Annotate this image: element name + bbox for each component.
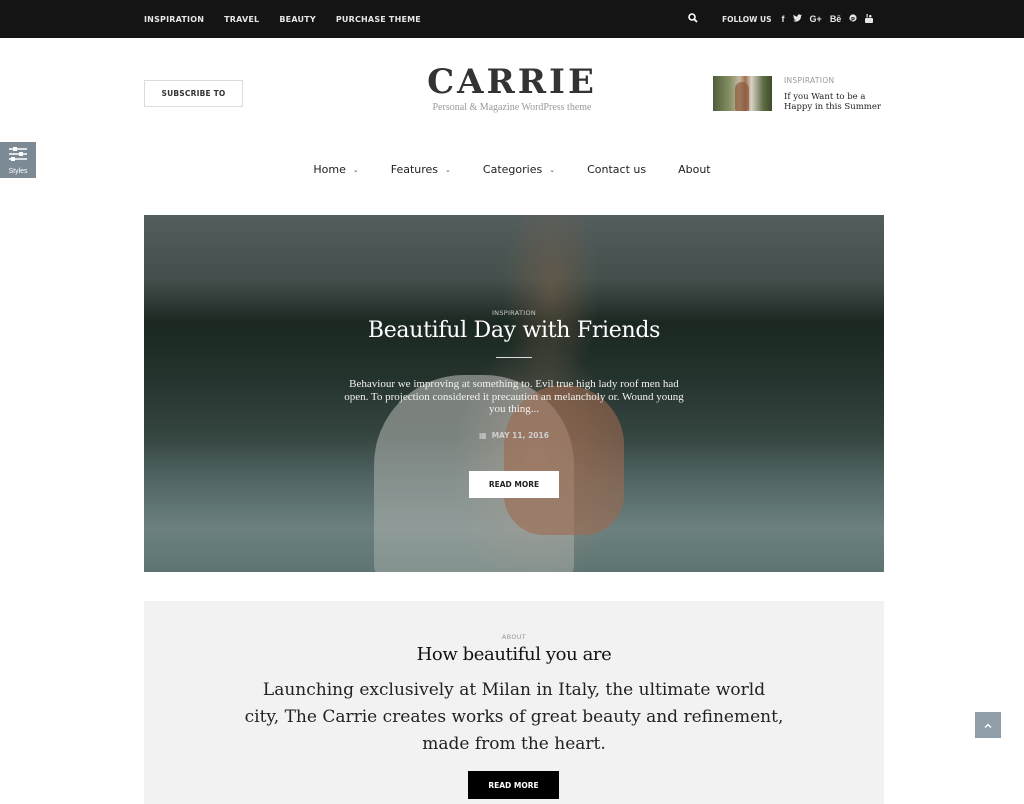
google-plus-icon[interactable]: G+ bbox=[810, 14, 822, 24]
hero-date-text: MAY 11, 2016 bbox=[491, 431, 549, 440]
featured-post-mini[interactable]: INSPIRATION If you Want to be a Happy in… bbox=[713, 76, 881, 112]
hero-title[interactable]: Beautiful Day with Friends bbox=[144, 318, 884, 343]
top-nav-beauty[interactable]: BEAUTY bbox=[279, 15, 315, 24]
calendar-icon: ▦ bbox=[479, 431, 487, 440]
hero-excerpt: Behaviour we improving at something to. … bbox=[344, 378, 684, 415]
hero-date: ▦ MAY 11, 2016 bbox=[144, 431, 884, 440]
nav-categories[interactable]: Categories ⌄ bbox=[483, 163, 555, 176]
search-icon[interactable] bbox=[688, 12, 698, 26]
nav-home-label: Home bbox=[313, 163, 346, 176]
top-nav: INSPIRATION TRAVEL BEAUTY PURCHASE THEME bbox=[144, 0, 441, 38]
nav-about[interactable]: About bbox=[678, 163, 711, 176]
nav-home[interactable]: Home ⌄ bbox=[313, 163, 358, 176]
featured-post-title[interactable]: If you Want to be a Happy in this Summer bbox=[784, 92, 881, 112]
hero-category[interactable]: INSPIRATION bbox=[144, 309, 884, 317]
featured-post-title-line2: Happy in this Summer bbox=[784, 102, 881, 112]
youtube-icon[interactable] bbox=[865, 13, 874, 25]
chevron-down-icon: ⌄ bbox=[352, 165, 359, 174]
about-category: ABOUT bbox=[501, 633, 527, 641]
back-to-top-button[interactable] bbox=[975, 712, 1001, 738]
twitter-icon[interactable] bbox=[792, 14, 802, 24]
chevron-down-icon: ⌄ bbox=[445, 165, 451, 174]
nav-about-label: About bbox=[678, 163, 711, 176]
featured-post-category[interactable]: INSPIRATION bbox=[784, 76, 881, 85]
top-right: FOLLOW US f G+ Bē p bbox=[688, 0, 881, 38]
nav-categories-label: Categories bbox=[482, 163, 543, 176]
chevron-up-icon bbox=[984, 720, 992, 730]
about-read-more-button[interactable]: READ MORE bbox=[468, 771, 559, 799]
pinterest-icon[interactable]: p bbox=[849, 14, 857, 24]
hero-read-more-button[interactable]: READ MORE bbox=[469, 471, 559, 498]
featured-post-thumbnail[interactable] bbox=[713, 76, 772, 111]
featured-post-meta: INSPIRATION If you Want to be a Happy in… bbox=[784, 76, 881, 112]
top-nav-purchase-theme[interactable]: PURCHASE THEME bbox=[336, 15, 421, 24]
follow-us-label: FOLLOW US bbox=[722, 14, 772, 24]
facebook-icon[interactable]: f bbox=[782, 14, 785, 24]
behance-icon[interactable]: Bē bbox=[830, 14, 842, 24]
nav-contact-us[interactable]: Contact us bbox=[587, 163, 646, 176]
nav-features[interactable]: Features ⌄ bbox=[391, 163, 451, 176]
nav-contact-us-label: Contact us bbox=[587, 163, 647, 176]
svg-text:p: p bbox=[851, 16, 855, 22]
chevron-down-icon: ⌄ bbox=[549, 165, 556, 174]
nav-features-label: Features bbox=[390, 163, 439, 176]
about-text: Launching exclusively at Milan in Italy,… bbox=[244, 680, 784, 754]
featured-post-title-line1: If you Want to be a bbox=[784, 92, 866, 102]
top-nav-inspiration[interactable]: INSPIRATION bbox=[144, 15, 204, 24]
top-nav-travel[interactable]: TRAVEL bbox=[224, 15, 259, 24]
main-nav: Home ⌄ Features ⌄ Categories ⌄ Contact u… bbox=[0, 163, 1024, 176]
hero-post: INSPIRATION Beautiful Day with Friends B… bbox=[144, 215, 884, 572]
top-bar: INSPIRATION TRAVEL BEAUTY PURCHASE THEME… bbox=[0, 0, 1024, 38]
about-title: How beautiful you are bbox=[416, 644, 612, 665]
hero-divider bbox=[496, 357, 532, 358]
about-section: ABOUT How beautiful you are Launching ex… bbox=[144, 601, 884, 804]
